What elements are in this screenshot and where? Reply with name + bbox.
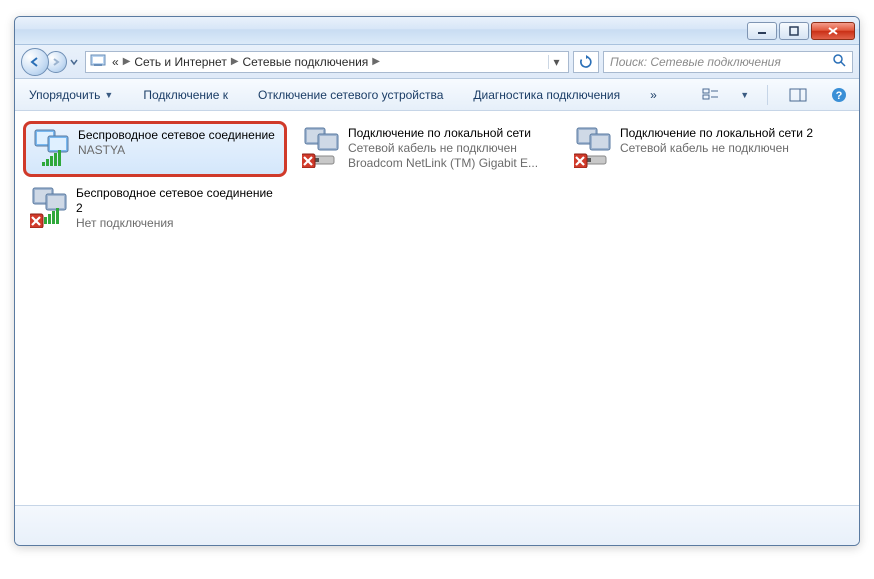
maximize-button[interactable] xyxy=(779,22,809,40)
connect-to-button[interactable]: Подключение к xyxy=(137,81,234,109)
address-row: « ▶ Сеть и Интернет ▶ Сетевые подключени… xyxy=(15,45,859,79)
breadcrumb-level1[interactable]: Сеть и Интернет xyxy=(134,55,226,69)
search-placeholder: Поиск: Сетевые подключения xyxy=(610,55,781,69)
wifi-adapter-icon xyxy=(32,128,72,170)
minimize-button[interactable] xyxy=(747,22,777,40)
close-button[interactable] xyxy=(811,22,855,40)
status-bar xyxy=(15,505,859,545)
connection-title: Беспроводное сетевое соединение xyxy=(78,128,275,143)
toolbar: Упорядочить▼ Подключение к Отключение се… xyxy=(15,79,859,111)
lan-adapter-icon xyxy=(302,126,342,168)
connection-item[interactable]: Подключение по локальной сети 2 Сетевой … xyxy=(567,121,831,177)
disable-device-button[interactable]: Отключение сетевого устройства xyxy=(252,81,449,109)
diagnostics-button[interactable]: Диагностика подключения xyxy=(467,81,626,109)
search-input[interactable]: Поиск: Сетевые подключения xyxy=(603,51,853,73)
svg-text:?: ? xyxy=(836,90,843,102)
connection-status: Сетевой кабель не подключен xyxy=(348,141,538,156)
chevron-down-icon: ▼ xyxy=(104,90,113,100)
organize-button[interactable]: Упорядочить▼ xyxy=(23,81,119,109)
address-bar[interactable]: « ▶ Сеть и Интернет ▶ Сетевые подключени… xyxy=(85,51,569,73)
toolbar-overflow[interactable]: » xyxy=(644,81,663,109)
connection-title: Подключение по локальной сети xyxy=(348,126,538,141)
connection-item[interactable]: Беспроводное сетевое соединение 2 Нет по… xyxy=(23,181,287,236)
connection-status: Сетевой кабель не подключен xyxy=(620,141,813,156)
view-mode-button[interactable] xyxy=(699,83,722,107)
network-folder-icon xyxy=(90,52,108,71)
breadcrumb-level2[interactable]: Сетевые подключения xyxy=(243,55,369,69)
connection-title: Подключение по локальной сети 2 xyxy=(620,126,813,141)
chevron-down-icon[interactable]: ▼ xyxy=(740,90,749,100)
lan-adapter-icon xyxy=(574,126,614,168)
connection-item[interactable]: Беспроводное сетевое соединение NASTYA xyxy=(23,121,287,177)
search-icon xyxy=(832,53,846,70)
back-button[interactable] xyxy=(21,48,49,76)
explorer-window: « ▶ Сеть и Интернет ▶ Сетевые подключени… xyxy=(14,16,860,546)
nav-history-dropdown[interactable] xyxy=(67,48,81,76)
breadcrumb-prefix[interactable]: « xyxy=(112,55,119,69)
chevron-right-icon: ▶ xyxy=(231,56,239,67)
connections-list: Беспроводное сетевое соединение NASTYA П… xyxy=(23,121,851,236)
refresh-button[interactable] xyxy=(573,51,599,73)
chevron-right-icon: ▶ xyxy=(372,56,380,67)
content-area: Беспроводное сетевое соединение NASTYA П… xyxy=(15,111,859,505)
connection-title: Беспроводное сетевое соединение 2 xyxy=(76,186,280,216)
connection-status: Нет подключения xyxy=(76,216,280,231)
connection-device: Broadcom NetLink (TM) Gigabit E... xyxy=(348,156,538,171)
chevron-right-icon: ▶ xyxy=(123,56,131,67)
titlebar xyxy=(15,17,859,45)
preview-pane-button[interactable] xyxy=(786,83,809,107)
window-controls xyxy=(747,22,855,40)
connection-status: NASTYA xyxy=(78,143,275,158)
address-dropdown[interactable]: ▾ xyxy=(548,55,564,69)
help-button[interactable]: ? xyxy=(828,83,851,107)
nav-buttons xyxy=(21,48,63,76)
wifi-adapter-icon xyxy=(30,186,70,228)
connection-item[interactable]: Подключение по локальной сети Сетевой ка… xyxy=(295,121,559,177)
